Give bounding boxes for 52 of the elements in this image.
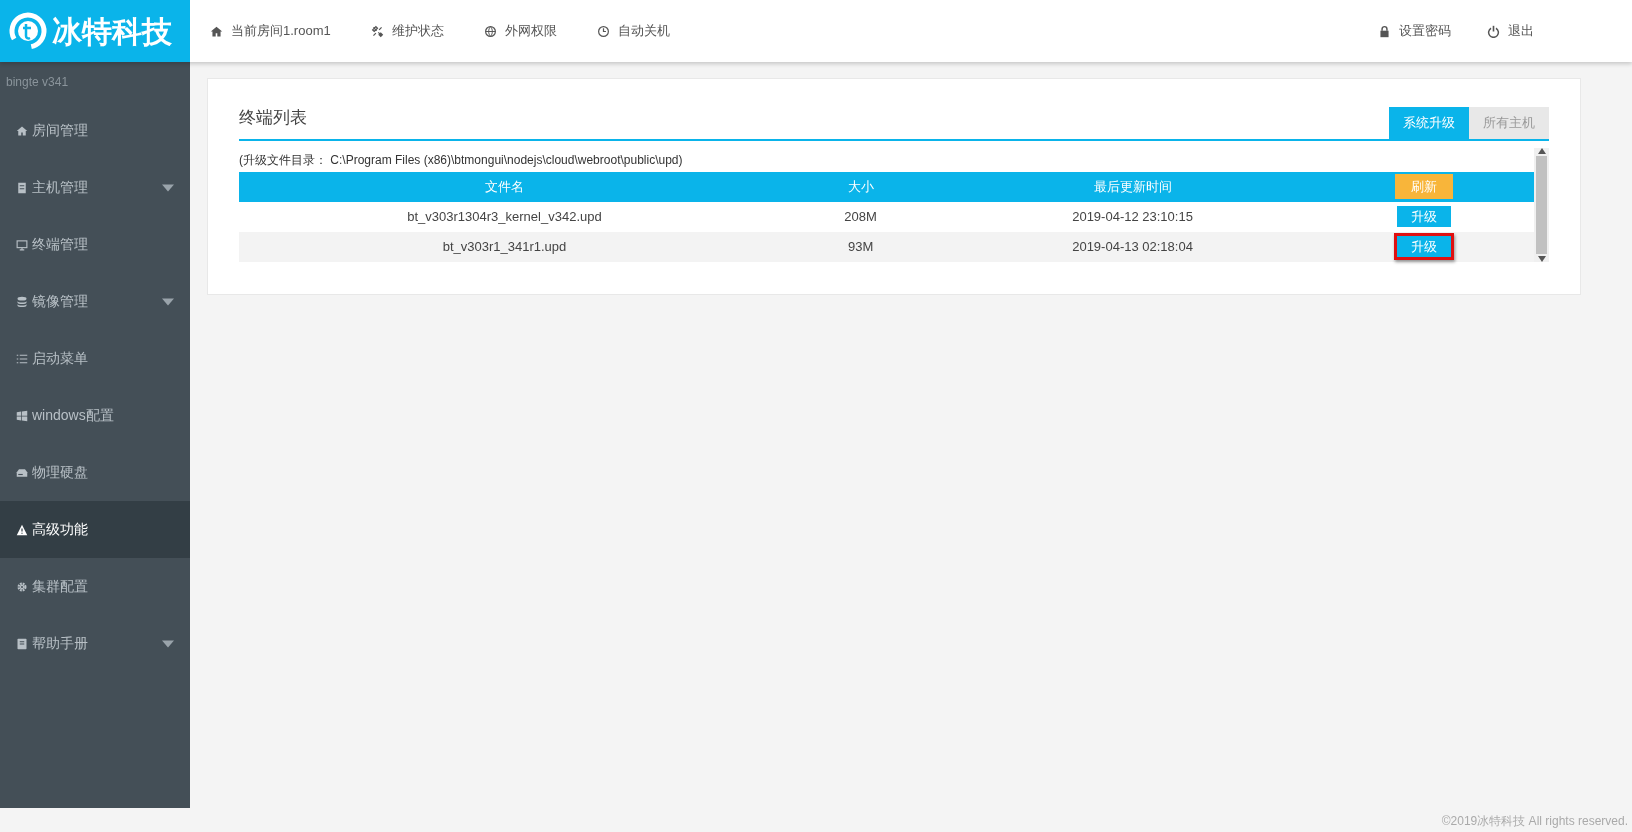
panel-title: 终端列表 — [239, 107, 307, 129]
file-name: bt_v303r1304r3_kernel_v342.upd — [407, 208, 602, 224]
top-nav-link[interactable]: 设置密码 — [1378, 21, 1451, 41]
sidebar-item[interactable]: 镜像管理 — [0, 273, 190, 330]
tools-icon — [370, 24, 384, 38]
globe-icon — [483, 24, 497, 38]
sidebar-item[interactable]: 集群配置 — [0, 558, 190, 615]
file-size: 93M — [847, 238, 874, 254]
windows-icon — [16, 409, 28, 422]
top-nav-link[interactable]: 自动关机 — [596, 21, 670, 41]
upgrade-button[interactable]: 升级 — [1393, 232, 1454, 261]
list-icon — [16, 352, 28, 365]
lock-icon — [1378, 24, 1391, 38]
top-nav-link[interactable]: 维护状态 — [370, 21, 444, 41]
clock-icon — [596, 24, 610, 38]
sidebar-item[interactable]: 启动菜单 — [0, 330, 190, 387]
settings-icon — [16, 580, 28, 593]
book-icon — [16, 637, 28, 650]
column-header: 文件名 — [484, 178, 524, 194]
home-icon — [210, 24, 223, 38]
update-time: 2019-04-13 02:18:04 — [1072, 238, 1193, 254]
directory-path: (升级文件目录： C:\Program Files (x86)\btmongui\nodejs\cloud\webroot\public\upd) — [239, 151, 684, 169]
top-nav-link[interactable]: 当前房间1.room1 — [210, 21, 331, 41]
sidebar-item[interactable]: 物理硬盘 — [0, 444, 190, 501]
file-name: bt_v303r1_341r1.upd — [442, 238, 567, 254]
copyright-text: ©2019冰特科技 All rights reserved. — [1440, 813, 1629, 830]
warning-icon — [16, 523, 28, 536]
sidebar-item[interactable]: 帮助手册 — [0, 615, 190, 672]
sidebar-item[interactable]: 主机管理 — [0, 159, 190, 216]
top-nav-link[interactable]: 退出 — [1487, 21, 1534, 41]
sidebar-item[interactable]: 房间管理 — [0, 102, 190, 159]
version-label: bingte v341 — [5, 74, 70, 91]
scroll-down-arrow-icon[interactable] — [1537, 255, 1546, 262]
scroll-up-arrow-icon[interactable] — [1537, 147, 1546, 154]
server-icon — [16, 181, 28, 194]
database-icon — [16, 295, 28, 308]
logo-icon — [8, 11, 48, 51]
logo-text: 冰特科技 — [52, 13, 172, 50]
home-icon — [16, 124, 28, 137]
sidebar-item[interactable]: 终端管理 — [0, 216, 190, 273]
column-header: 最后更新时间 — [1093, 178, 1172, 194]
scrollbar[interactable] — [1534, 147, 1549, 262]
update-time: 2019-04-12 23:10:15 — [1072, 208, 1193, 224]
top-nav-link[interactable]: 外网权限 — [483, 21, 557, 41]
tab[interactable]: 系统升级 — [1389, 107, 1469, 139]
sidebar-item[interactable]: 高级功能 — [0, 501, 190, 558]
power-icon — [1487, 24, 1500, 38]
tab[interactable]: 所有主机 — [1469, 107, 1549, 139]
sidebar-item[interactable]: windows配置 — [0, 387, 190, 444]
file-size: 208M — [844, 208, 877, 224]
monitor-icon — [16, 238, 28, 251]
column-header: 大小 — [847, 178, 874, 194]
